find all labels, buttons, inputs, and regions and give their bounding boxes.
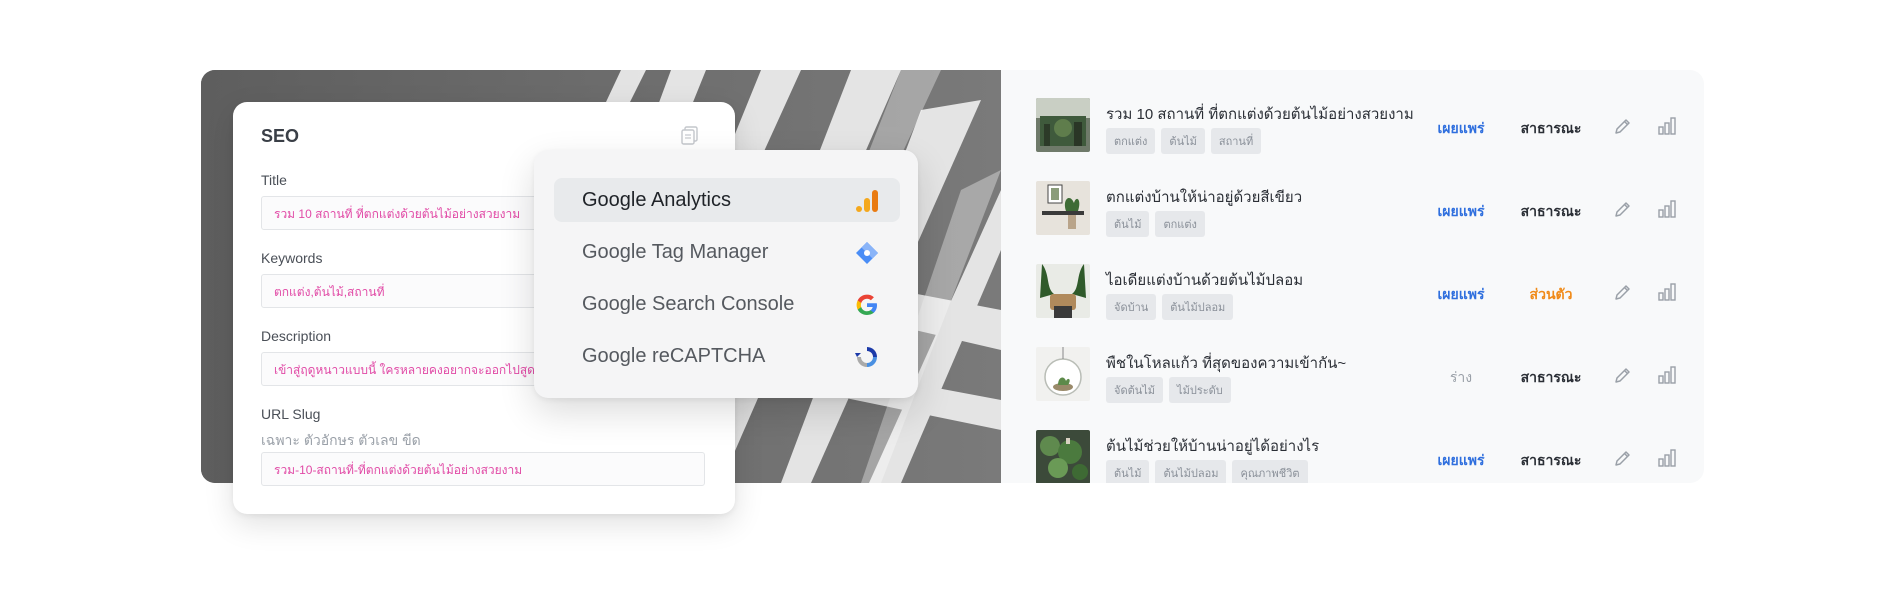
status-badge: เผยแพร่: [1437, 203, 1485, 219]
url-slug-hint: เฉพาะ ตัวอักษร ตัวเลข ขีด: [261, 432, 421, 448]
status-badge: เผยแพร่: [1437, 120, 1485, 136]
post-tags: ตกแต่ง ต้นไม้ สถานที่: [1106, 128, 1262, 154]
tag[interactable]: ตกแต่ง: [1106, 128, 1156, 154]
tag[interactable]: ต้นไม้: [1161, 128, 1205, 154]
post-thumbnail: [1036, 181, 1090, 235]
bar-chart-icon[interactable]: [1657, 448, 1677, 468]
visibility-badge: สาธารณะ: [1520, 452, 1582, 468]
title-label: Title: [261, 172, 287, 188]
post-row[interactable]: รวม 10 สถานที่ ที่ตกแต่งด้วยต้นไม้อย่างส…: [1036, 98, 1686, 158]
post-row[interactable]: ไอเดียแต่งบ้านด้วยต้นไม้ปลอม จัดบ้าน ต้น…: [1036, 264, 1686, 324]
url-slug-label: URL Slug: [261, 406, 321, 422]
visibility-badge: สาธารณะ: [1520, 369, 1582, 385]
hero-composition: รวม 10 สถานที่ ที่ตกแต่งด้วยต้นไม้อย่างส…: [0, 0, 1900, 600]
pencil-icon[interactable]: [1613, 282, 1633, 302]
post-title[interactable]: ตกแต่งบ้านให้น่าอยู่ด้วยสีเขียว: [1106, 185, 1302, 209]
bar-chart-icon[interactable]: [1657, 116, 1677, 136]
menu-item-label: Google Tag Manager: [582, 241, 769, 263]
post-thumbnail: [1036, 98, 1090, 152]
menu-item-google-tag-manager[interactable]: Google Tag Manager: [554, 230, 900, 274]
pencil-icon[interactable]: [1613, 448, 1633, 468]
keywords-label: Keywords: [261, 250, 323, 266]
tag[interactable]: จัดต้นไม้: [1106, 377, 1164, 403]
analytics-bars-icon: [856, 190, 878, 212]
visibility-badge: สาธารณะ: [1520, 120, 1582, 136]
post-tags: ต้นไม้ ตกแต่ง: [1106, 211, 1205, 237]
post-row[interactable]: ตกแต่งบ้านให้น่าอยู่ด้วยสีเขียว ต้นไม้ ต…: [1036, 181, 1686, 241]
visibility-badge: ส่วนตัว: [1529, 286, 1573, 302]
pencil-icon[interactable]: [1613, 199, 1633, 219]
menu-item-label: Google reCAPTCHA: [582, 345, 766, 367]
url-slug-field[interactable]: รวม-10-สถานที่-ที่ตกแต่งด้วยต้นไม้อย่างส…: [261, 452, 705, 486]
tag-manager-icon: [856, 242, 878, 264]
post-thumbnail: [1036, 347, 1090, 401]
google-g-icon: [856, 294, 877, 315]
menu-item-label: Google Analytics: [582, 189, 731, 211]
tag[interactable]: จัดบ้าน: [1106, 294, 1157, 320]
tag[interactable]: คุณภาพชีวิต: [1232, 460, 1308, 483]
pencil-icon[interactable]: [1613, 116, 1633, 136]
status-badge: เผยแพร่: [1437, 452, 1485, 468]
bar-chart-icon[interactable]: [1657, 282, 1677, 302]
post-tags: ต้นไม้ ต้นไม้ปลอม คุณภาพชีวิต: [1106, 460, 1308, 483]
description-label: Description: [261, 328, 332, 344]
post-tags: จัดต้นไม้ ไม้ประดับ: [1106, 377, 1231, 403]
tag[interactable]: ต้นไม้ปลอม: [1162, 294, 1234, 320]
post-thumbnail: [1036, 264, 1090, 318]
post-title[interactable]: ต้นไม้ช่วยให้บ้านน่าอยู่ได้อย่างไร: [1106, 434, 1319, 458]
card-title: SEO: [261, 126, 300, 146]
post-title[interactable]: ไอเดียแต่งบ้านด้วยต้นไม้ปลอม: [1106, 268, 1303, 292]
menu-item-google-analytics[interactable]: Google Analytics: [554, 178, 900, 222]
status-badge: ร่าง: [1449, 369, 1473, 385]
pencil-icon[interactable]: [1613, 365, 1633, 385]
post-title[interactable]: รวม 10 สถานที่ ที่ตกแต่งด้วยต้นไม้อย่างส…: [1106, 102, 1414, 126]
status-badge: เผยแพร่: [1437, 286, 1485, 302]
post-title[interactable]: พืชในโหลแก้ว ที่สุดของความเข้ากัน~: [1106, 351, 1346, 375]
visibility-badge: สาธารณะ: [1520, 203, 1582, 219]
recaptcha-icon: [855, 347, 877, 367]
bar-chart-icon[interactable]: [1657, 199, 1677, 219]
copy-icon[interactable]: [681, 126, 699, 146]
post-tags: จัดบ้าน ต้นไม้ปลอม: [1106, 294, 1234, 320]
posts-list-panel: รวม 10 สถานที่ ที่ตกแต่งด้วยต้นไม้อย่างส…: [1001, 70, 1704, 483]
tag[interactable]: ต้นไม้ปลอม: [1155, 460, 1227, 483]
menu-item-label: Google Search Console: [582, 293, 795, 315]
post-thumbnail: [1036, 430, 1090, 483]
tag[interactable]: ต้นไม้: [1106, 211, 1150, 237]
integrations-dropdown: Google Analytics Google Tag Manager Goog…: [534, 150, 918, 398]
tag[interactable]: ตกแต่ง: [1155, 211, 1205, 237]
tag[interactable]: ไม้ประดับ: [1169, 377, 1231, 403]
menu-item-google-recaptcha[interactable]: Google reCAPTCHA: [554, 334, 900, 378]
post-row[interactable]: พืชในโหลแก้ว ที่สุดของความเข้ากัน~ จัดต้…: [1036, 347, 1686, 407]
bar-chart-icon[interactable]: [1657, 365, 1677, 385]
tag[interactable]: ต้นไม้: [1106, 460, 1150, 483]
tag[interactable]: สถานที่: [1210, 128, 1262, 154]
menu-item-google-search-console[interactable]: Google Search Console: [554, 282, 900, 326]
post-row[interactable]: ต้นไม้ช่วยให้บ้านน่าอยู่ได้อย่างไร ต้นไม…: [1036, 430, 1686, 483]
